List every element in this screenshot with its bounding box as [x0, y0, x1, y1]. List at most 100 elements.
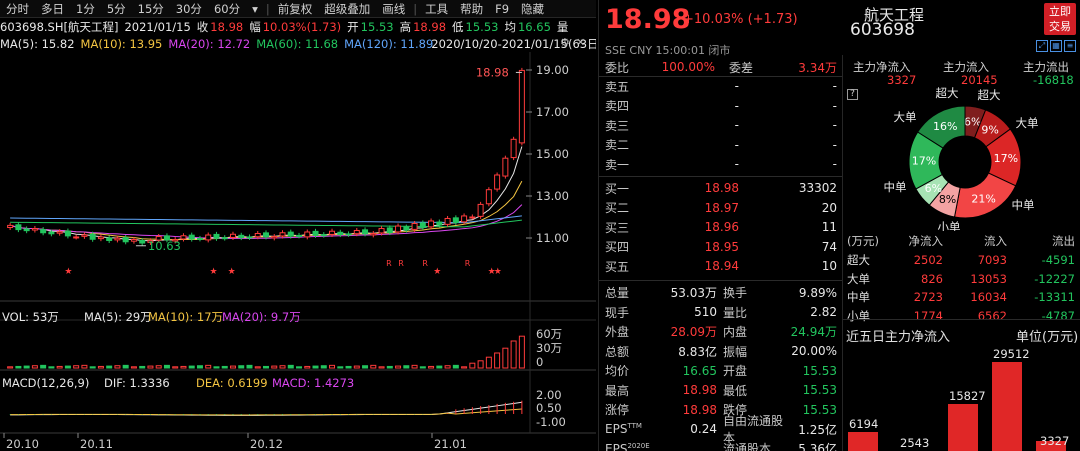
toolbar-item-5[interactable]: 30分: [170, 1, 208, 17]
candle-body: [312, 230, 319, 236]
ask-price: -: [734, 98, 739, 113]
ask-row[interactable]: 卖三 - -: [605, 115, 837, 135]
volume-bar: [130, 366, 137, 369]
bid-row[interactable]: 买四 18.95 74: [605, 237, 837, 257]
volume-bar: [485, 356, 492, 369]
stock-code-name: 603698.SH[航天工程]: [0, 19, 119, 34]
volume-bar: [89, 366, 96, 369]
close-icon[interactable]: ✕: [576, 36, 585, 49]
volume-bar: [362, 365, 369, 369]
stat-row: 均价 16.65 开盘 15.53: [605, 361, 837, 381]
bid-row[interactable]: 买二 18.97 20: [605, 198, 837, 218]
volume-bar: [221, 365, 228, 369]
stat-value: 53.03万: [670, 286, 717, 301]
candle-body: [48, 231, 55, 235]
bid-row[interactable]: 买三 18.96 11: [605, 217, 837, 237]
toolbar-item-13[interactable]: F9: [489, 2, 515, 16]
bid-row[interactable]: 买五 18.94 10: [605, 256, 837, 276]
stat-row: 总量 53.03万 换手 9.89%: [605, 283, 837, 303]
stat-key-2: 流通股本: [723, 442, 772, 451]
donut-pct: 9%: [981, 124, 998, 137]
toolbar-item-10[interactable]: 画线: [376, 1, 411, 17]
ask-row[interactable]: 卖二 - -: [605, 135, 837, 155]
toolbar-item-11[interactable]: 工具: [419, 1, 454, 17]
settings-icon[interactable]: ⚙: [560, 36, 570, 49]
stat-key-2: 内盘: [723, 325, 748, 340]
ask-row[interactable]: 卖五 - -: [605, 76, 837, 96]
stock-code: 603698: [850, 20, 915, 40]
quote-panel: 18.98 +10.03% (+1.73) SSE CNY 15:00:01 闭…: [598, 0, 843, 451]
ask-vol: -: [832, 118, 837, 132]
toolbar-item-0[interactable]: 分时: [0, 1, 35, 17]
bid-row[interactable]: 买一 18.98 33302: [605, 178, 837, 198]
stat-row: EPS2020E 流通股本 5.36亿: [605, 439, 837, 451]
avg-value: 16.65: [517, 19, 551, 34]
ask-row[interactable]: 卖一 - -: [605, 154, 837, 174]
donut-label: 大单: [894, 110, 917, 124]
five-day-bar-label: 6194: [849, 417, 879, 432]
five-day-bar-label: 15827: [949, 388, 986, 403]
donut-pct: 17%: [912, 155, 936, 168]
ask-vol: -: [832, 137, 837, 152]
volume-bar: [329, 364, 336, 369]
toolbar-item-3[interactable]: 5分: [101, 1, 132, 17]
stat-key: 总量: [605, 286, 630, 301]
ask-row[interactable]: 卖四 - -: [605, 96, 837, 116]
kline-chart[interactable]: 19.00 17.00 15.00 13.00 11.00 20.10 20.11 20.12…: [0, 52, 596, 451]
candle-body: [403, 226, 410, 231]
volume-bar: [31, 365, 38, 369]
open-label: 开: [347, 19, 359, 34]
candle-body: [114, 237, 121, 241]
kline-info-bar: 603698.SH[航天工程] 2021/01/15 收 18.98 幅 10.…: [0, 18, 596, 35]
stat-value-2: 24.94万: [790, 325, 837, 340]
toolbar-item-12[interactable]: 帮助: [454, 1, 489, 17]
flow-in: 7093: [977, 253, 1007, 267]
candle-body: [287, 231, 294, 237]
flow-out: -4787: [1041, 308, 1075, 323]
volume-bar: [213, 366, 220, 369]
r-marker: R: [422, 259, 428, 268]
volume-bar: [386, 365, 393, 369]
stat-key-2: 最低: [723, 383, 748, 398]
toolbar-item-1[interactable]: 多日: [35, 1, 70, 17]
vol-ma20-label: MA(20): 9.7万: [222, 310, 301, 324]
expand-icon[interactable]: ⤢: [1036, 40, 1048, 52]
toolbar-item-8[interactable]: 前复权: [272, 1, 319, 17]
trade-now-button[interactable]: 立即 交易: [1044, 3, 1076, 35]
candle-body: [320, 234, 327, 237]
toolbar-item-2[interactable]: 1分: [70, 1, 101, 17]
y-tick-label: 13.00: [536, 189, 569, 203]
open-value: 15.53: [360, 19, 394, 34]
menu-icon[interactable]: ≡: [1064, 40, 1076, 52]
ask-vol: -: [832, 98, 837, 113]
five-day-bar-label: 3327: [1040, 434, 1070, 448]
stat-row: 涨停 18.98 跌停 15.53: [605, 400, 837, 420]
candle-body: [419, 222, 426, 229]
stat-row: 总额 8.83亿 振幅 20.00%: [605, 342, 837, 362]
toolbar-item-9[interactable]: 超级叠加: [318, 1, 376, 17]
y-tick-label: 15.00: [536, 147, 569, 161]
stat-value: 18.98: [682, 402, 717, 417]
candle-body: [139, 240, 146, 244]
low-label: 低: [452, 19, 464, 34]
ask-label: 卖一: [605, 157, 630, 172]
bid-vol: 11: [821, 220, 837, 234]
flow-out: -12227: [1034, 271, 1075, 286]
weibi-label: 委比: [605, 60, 630, 75]
volume-bar: [477, 360, 484, 369]
toolbar-item-7[interactable]: ▾: [246, 2, 264, 16]
candle-body: [452, 217, 459, 223]
toolbar-item-14[interactable]: 隐藏: [515, 1, 550, 17]
volume-bar: [229, 365, 236, 369]
donut-pct: 6%: [925, 182, 942, 195]
toolbar-item-4[interactable]: 15分: [132, 1, 170, 17]
volume-bar: [147, 365, 154, 369]
amp-value: 10.03%(1.73): [262, 19, 342, 34]
volume-bar: [428, 365, 435, 369]
grid-icon[interactable]: ▦: [1050, 40, 1062, 52]
toolbar-item-6[interactable]: 60分: [208, 1, 246, 17]
stat-value: 16.65: [682, 363, 717, 378]
stat-row: 现手 510 量比 2.82: [605, 303, 837, 323]
volume-bar: [73, 365, 80, 369]
volume-bar: [172, 366, 179, 369]
